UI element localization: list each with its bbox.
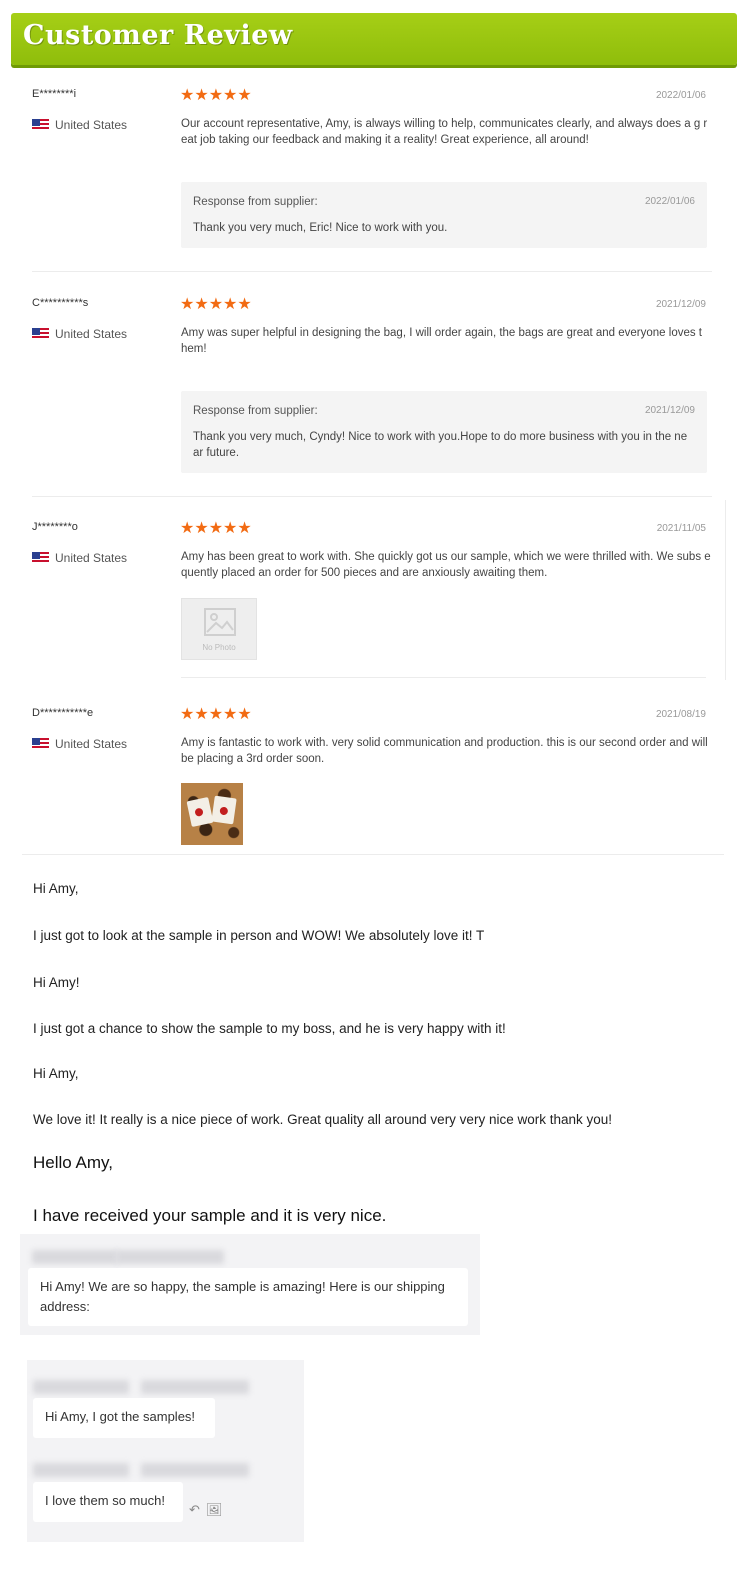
us-flag-icon (32, 552, 49, 564)
reviewer-country: United States (32, 118, 127, 132)
chat-screenshot: Hi Amy! We are so happy, the sample is a… (20, 1234, 480, 1335)
supplier-response: Response from supplier: 2021/12/09 Thank… (181, 391, 707, 473)
review-text: Amy was super helpful in designing the b… (181, 327, 703, 355)
review-date: 2021/11/05 (656, 523, 706, 534)
review-photo[interactable] (181, 783, 243, 845)
review-date: 2022/01/06 (655, 90, 706, 101)
us-flag-icon (32, 738, 49, 750)
customer-review-banner: Customer Review (11, 13, 737, 65)
message-line: I have received your sample and it is ve… (33, 1206, 387, 1225)
review-card: J********o United States ★★★★★ 2021/11/0… (20, 521, 712, 681)
star-rating: ★★★★★ (180, 520, 252, 537)
banner-title: Customer Review (23, 20, 293, 51)
review-card: E********i United States ★★★★★ 2022/01/0… (20, 88, 712, 272)
us-flag-icon (32, 119, 49, 131)
reviewer-name: E********i (32, 88, 77, 100)
us-flag-icon (32, 328, 49, 340)
chat-bubble: Hi Amy, I got the samples! (33, 1398, 215, 1438)
message-line: Hello Amy, (33, 1153, 113, 1172)
response-label: Response from supplier: (193, 405, 318, 417)
response-text: Thank you very much, Eric! Nice to work … (193, 222, 448, 234)
response-text: Thank you very much, Cyndy! Nice to work… (193, 431, 688, 459)
review-date: 2021/08/19 (655, 709, 706, 720)
chat-actions: ↶ 🖼 (189, 1502, 222, 1518)
chat-bubble: I love them so much! (33, 1482, 183, 1522)
response-date: 2022/01/06 (644, 196, 695, 207)
review-card: C**********s United States ★★★★★ 2021/12… (20, 297, 712, 497)
review-date: 2021/12/09 (655, 299, 706, 310)
review-card: D***********e United States ★★★★★ 2021/0… (20, 707, 712, 852)
no-photo-label: No Photo (202, 643, 236, 652)
cherry-shape (219, 806, 229, 816)
reviewer-name: J********o (32, 521, 78, 533)
message-line: I just got a chance to show the sample t… (33, 1021, 506, 1036)
review-photo-placeholder[interactable]: No Photo (181, 598, 257, 660)
country-label: United States (55, 551, 128, 565)
blurred-sender (33, 1380, 129, 1394)
cherry-shape (194, 807, 204, 817)
review-text: Our account representative, Amy, is alwa… (181, 118, 708, 146)
photo-tile (186, 796, 214, 828)
blurred-sender (32, 1250, 118, 1264)
chat-screenshot: Hi Amy, I got the samples! I love them s… (27, 1360, 304, 1542)
reviewer-country: United States (32, 551, 127, 565)
supplier-response: Response from supplier: 2022/01/06 Thank… (181, 182, 707, 248)
blurred-sender (33, 1463, 129, 1477)
chat-bubble: Hi Amy! We are so happy, the sample is a… (28, 1268, 468, 1326)
message-line: Hi Amy, (33, 1066, 79, 1081)
star-rating: ★★★★★ (180, 87, 252, 104)
no-photo-icon (204, 608, 236, 636)
review-text: Amy has been great to work with. She qui… (181, 551, 711, 579)
response-label: Response from supplier: (193, 196, 318, 208)
divider (22, 854, 724, 855)
star-rating: ★★★★★ (180, 296, 252, 313)
country-label: United States (55, 327, 128, 341)
image-icon[interactable]: 🖼 (206, 1502, 223, 1518)
reviewer-name: C**********s (32, 297, 89, 309)
country-label: United States (55, 118, 128, 132)
message-line: I just got to look at the sample in pers… (33, 928, 485, 943)
blurred-timestamp (141, 1463, 249, 1477)
message-line: Hi Amy! (33, 975, 80, 990)
divider (32, 496, 712, 497)
divider (725, 500, 726, 680)
reply-icon[interactable]: ↶ (189, 1502, 200, 1518)
reviewer-name: D***********e (32, 707, 94, 719)
review-text: Amy is fantastic to work with. very soli… (181, 737, 708, 765)
reviewer-country: United States (32, 737, 127, 751)
blurred-timestamp (141, 1380, 249, 1394)
divider (32, 271, 712, 272)
message-line: We love it! It really is a nice piece of… (33, 1112, 613, 1127)
reviewer-country: United States (32, 327, 127, 341)
photo-tile (211, 795, 237, 825)
divider (181, 677, 706, 678)
country-label: United States (55, 737, 128, 751)
response-date: 2021/12/09 (644, 405, 695, 416)
star-rating: ★★★★★ (180, 706, 252, 723)
message-line: Hi Amy, (33, 881, 79, 896)
blurred-timestamp (116, 1250, 224, 1264)
